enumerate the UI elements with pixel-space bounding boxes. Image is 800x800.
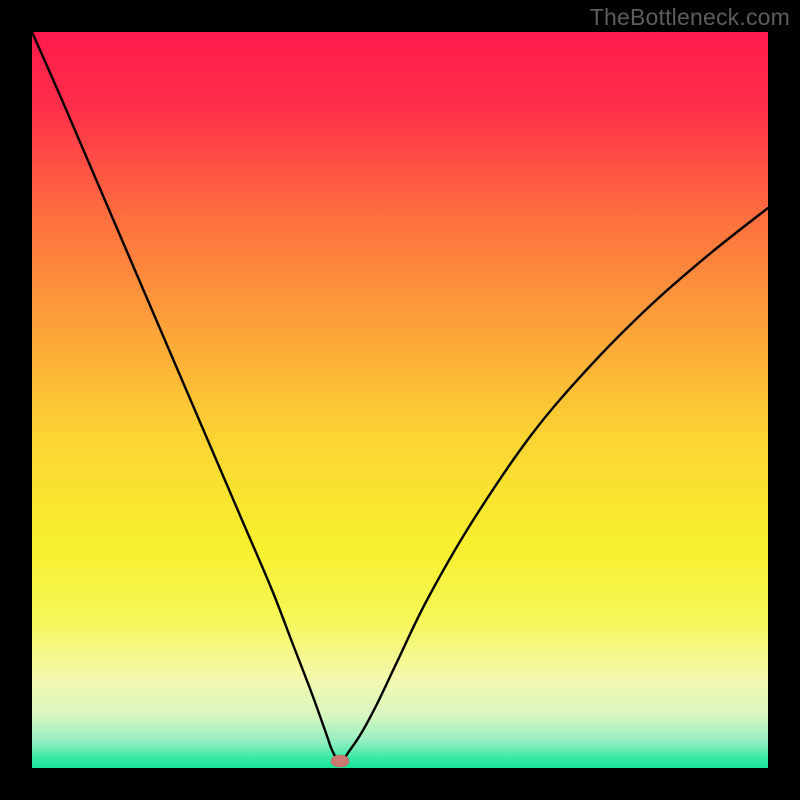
plot-area — [32, 32, 768, 768]
watermark-label: TheBottleneck.com — [590, 4, 790, 31]
bottleneck-chart-svg — [32, 32, 768, 768]
minimum-marker — [331, 755, 349, 767]
chart-frame: TheBottleneck.com — [0, 0, 800, 800]
